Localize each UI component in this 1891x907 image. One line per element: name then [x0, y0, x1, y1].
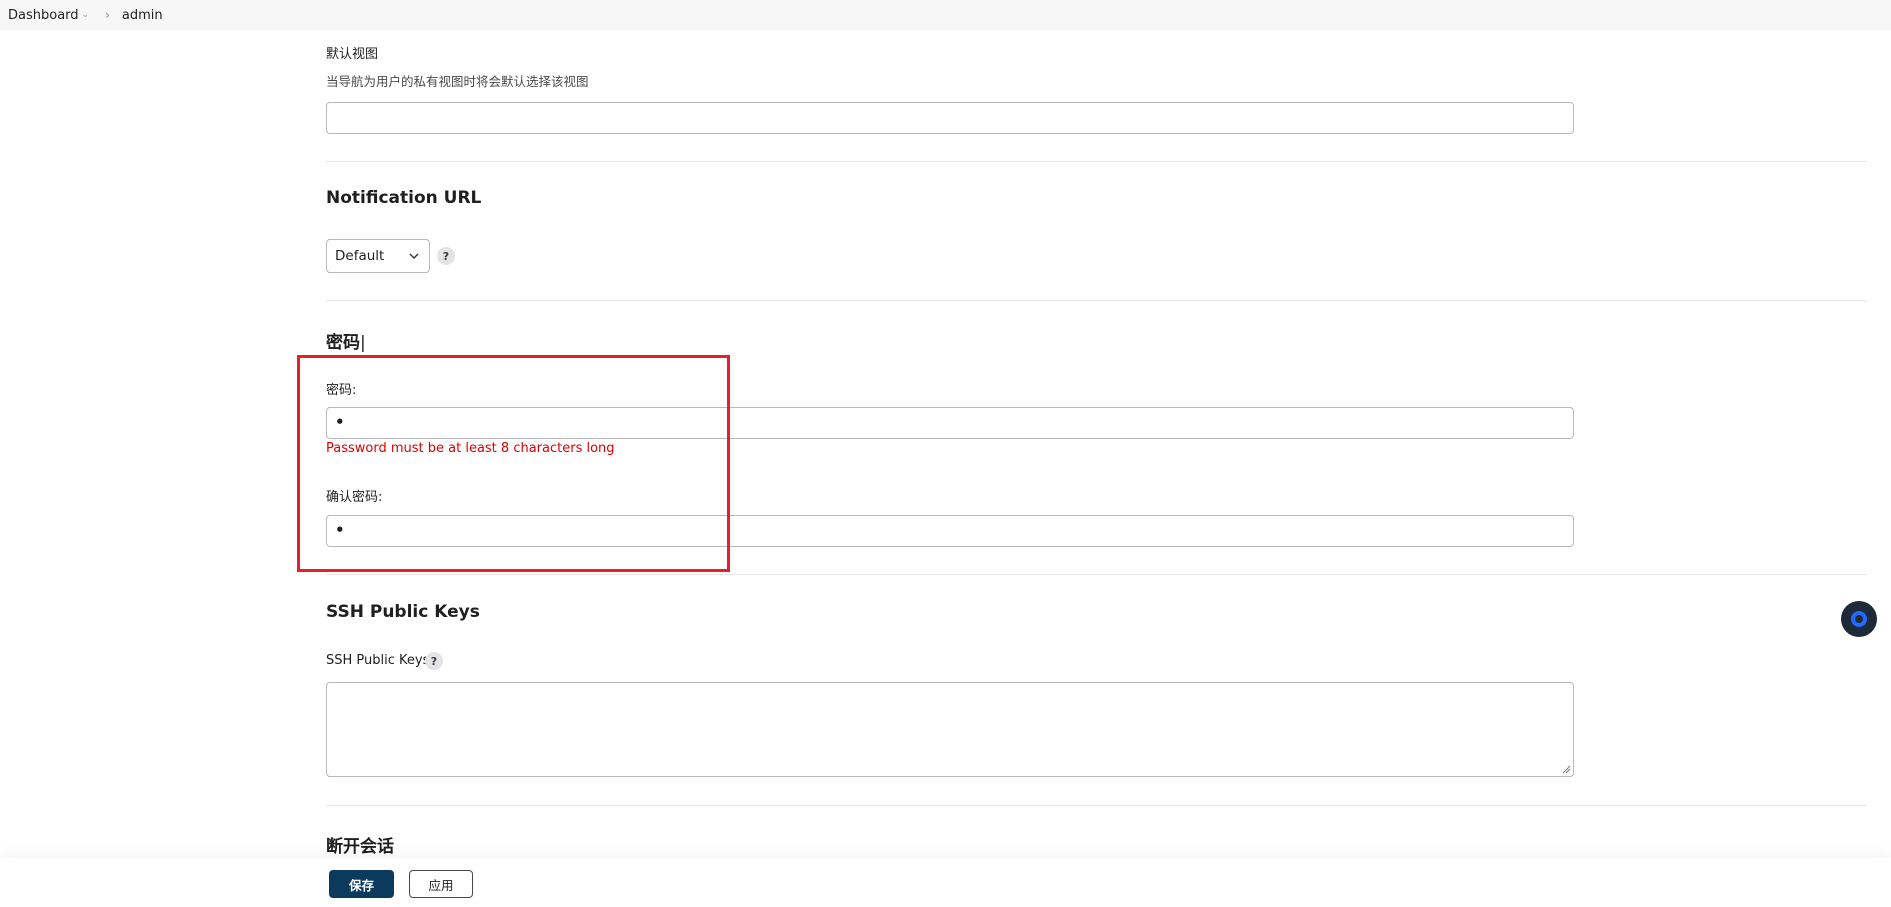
floating-assistant-button[interactable] [1841, 601, 1877, 637]
help-icon[interactable]: ? [425, 652, 443, 670]
apply-button[interactable]: 应用 [409, 870, 473, 898]
chevron-down-icon[interactable]: ⌄ [82, 10, 90, 20]
ring-icon [1851, 611, 1867, 627]
form-action-bar: 保存 应用 [0, 858, 1891, 907]
help-icon[interactable]: ? [437, 247, 455, 265]
breadcrumb-dashboard[interactable]: Dashboard [8, 8, 79, 23]
notification-url-title: Notification URL [326, 188, 482, 208]
ssh-public-keys-label: SSH Public Keys [326, 653, 430, 668]
save-button[interactable]: 保存 [329, 870, 394, 898]
breadcrumb-admin[interactable]: admin [122, 8, 163, 23]
default-view-description: 当导航为用户的私有视图时将会默认选择该视图 [326, 74, 589, 89]
default-view-label: 默认视图 [326, 47, 379, 62]
resize-grip-icon[interactable] [1562, 765, 1571, 774]
divider [326, 805, 1867, 806]
divider [326, 300, 1867, 301]
chevron-right-icon: › [105, 8, 110, 22]
notification-url-select-value: Default [335, 248, 385, 264]
disconnect-sessions-title: 断开会话 [326, 837, 394, 857]
ssh-public-keys-title: SSH Public Keys [326, 602, 480, 622]
highlight-annotation-box [297, 355, 730, 572]
ssh-public-keys-textarea[interactable] [326, 682, 1574, 777]
default-view-input[interactable] [326, 102, 1574, 134]
divider [326, 161, 1867, 162]
breadcrumb: Dashboard ⌄ › admin [0, 0, 1891, 30]
divider [326, 574, 1867, 575]
password-section-title: 密码| [326, 333, 366, 353]
chevron-down-icon [409, 253, 419, 259]
notification-url-select[interactable]: Default [326, 239, 430, 273]
